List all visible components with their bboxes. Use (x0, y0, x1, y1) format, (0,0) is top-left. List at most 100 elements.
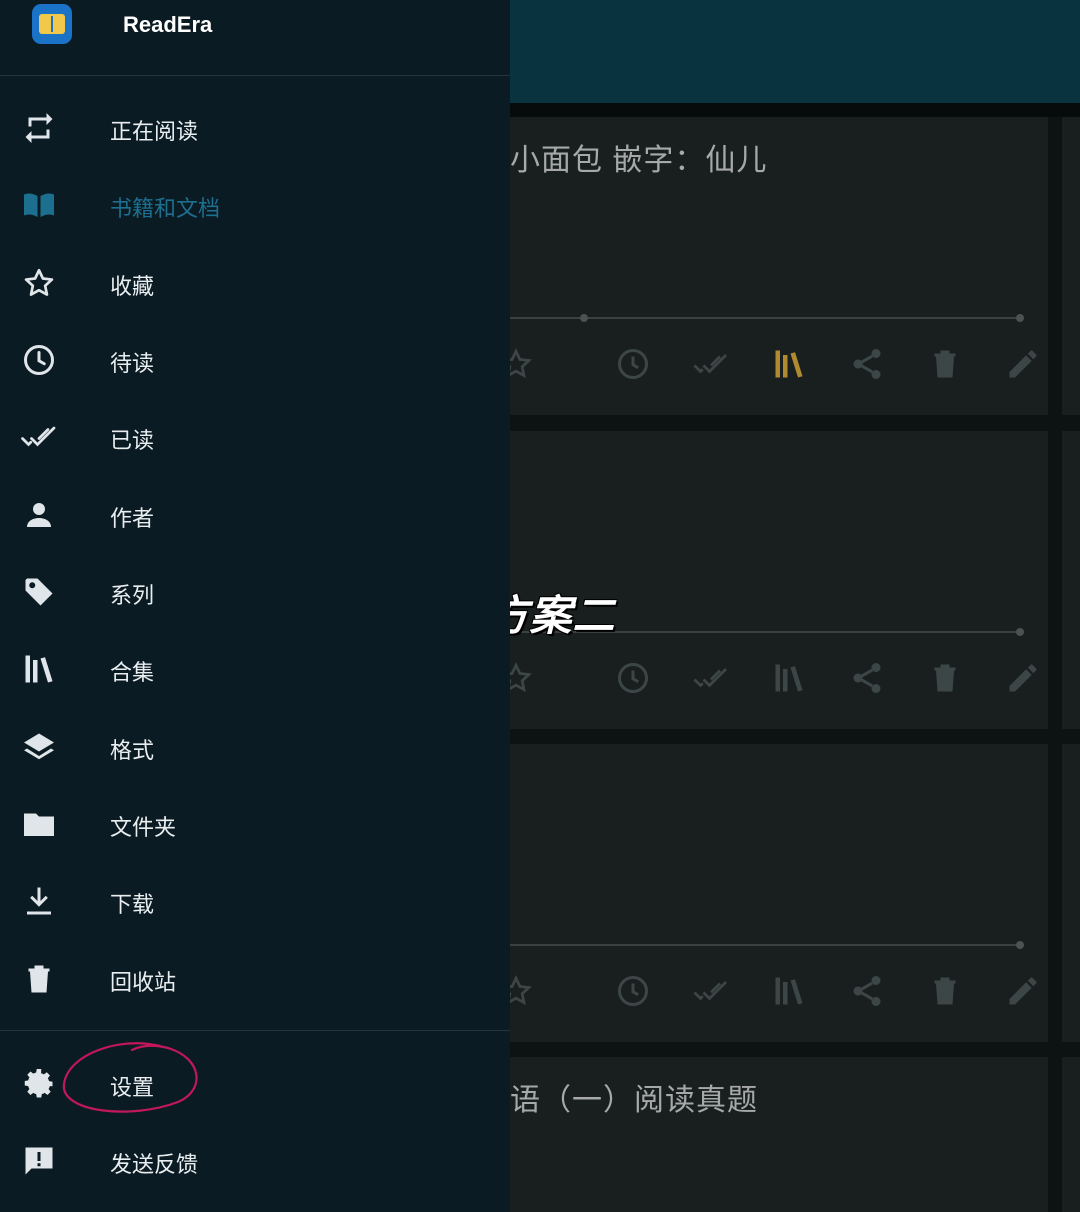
trash-icon (28, 965, 50, 993)
drawer-item[interactable]: 作者 (0, 477, 510, 553)
card-edge (1062, 117, 1080, 415)
reading-progress (510, 941, 1024, 949)
drawer-item-label: 收藏 (110, 275, 155, 300)
share-icon (853, 976, 881, 1006)
share-icon (853, 663, 881, 693)
drawer-item-label: 正在阅读 (110, 120, 199, 145)
star-outline-icon (20, 264, 58, 302)
card-edge (1062, 1057, 1080, 1212)
drawer-item-label: 文件夹 (110, 816, 177, 841)
open-book-icon (24, 193, 54, 217)
edit-icon[interactable] (1003, 971, 1043, 1011)
double-check-icon (21, 426, 56, 447)
library-icon (775, 664, 803, 692)
clock-icon (20, 341, 58, 379)
drawer-item[interactable]: 收藏 (0, 245, 510, 321)
clock-icon (618, 663, 648, 693)
gear-icon (24, 1069, 53, 1098)
navigation-drawer: ReadEra 正在阅读 书籍和文档 收藏 待读 已读 作者 系列 合集 格式 文件夹 下载 回收站 … (0, 0, 510, 1212)
clock-icon[interactable] (613, 658, 653, 698)
book-card[interactable] (458, 431, 1048, 729)
edit-icon[interactable] (1003, 344, 1043, 384)
drawer-item-label: 系列 (110, 584, 155, 609)
library-icon (25, 655, 53, 683)
double-check-icon (693, 354, 727, 374)
book-title: 语（一）阅读真题 (510, 1084, 758, 1117)
share-icon (853, 349, 881, 379)
book-title: 小面包 嵌字：仙儿 (510, 144, 768, 177)
book-card[interactable]: 语（一）阅读真题 (458, 1057, 1048, 1212)
download-icon (27, 887, 51, 915)
download-icon (20, 882, 58, 920)
drawer-item[interactable]: 下载 (0, 863, 510, 939)
drawer-item-label: 下载 (110, 893, 155, 918)
double-check-icon (20, 418, 58, 456)
drawer-item[interactable]: 系列 (0, 554, 510, 630)
trash-icon (934, 977, 956, 1005)
library-icon (20, 650, 58, 688)
double-check-icon[interactable] (691, 344, 731, 384)
app-name: ReadEra (123, 12, 213, 37)
trash-icon[interactable] (925, 344, 965, 384)
drawer-item[interactable]: 合集 (0, 631, 510, 707)
trash-icon[interactable] (925, 658, 965, 698)
drawer-item-label: 待读 (110, 352, 155, 377)
clock-icon[interactable] (613, 344, 653, 384)
folder-icon (24, 813, 54, 836)
drawer-item-label: 发送反馈 (110, 1153, 199, 1178)
drawer-item[interactable]: 已读 (0, 399, 510, 475)
card-edge (1062, 744, 1080, 1042)
edit-icon (1009, 664, 1037, 692)
library-icon[interactable] (769, 658, 809, 698)
book-actions (498, 344, 1037, 384)
trash-icon[interactable] (925, 971, 965, 1011)
trash-icon (20, 960, 58, 998)
tag-icon (25, 578, 53, 606)
book-actions (498, 971, 1037, 1011)
book-actions (498, 658, 1037, 698)
share-icon[interactable] (847, 971, 887, 1011)
drawer-item[interactable]: 格式 (0, 709, 510, 785)
drawer-divider (0, 1030, 510, 1031)
repeat-icon (25, 113, 53, 143)
library-icon[interactable] (769, 344, 809, 384)
drawer-item-label: 合集 (110, 661, 155, 686)
double-check-icon (693, 668, 727, 688)
double-check-icon[interactable] (691, 971, 731, 1011)
drawer-header: ReadEra (0, 0, 510, 76)
clock-icon[interactable] (613, 971, 653, 1011)
feedback-icon (25, 1147, 53, 1175)
edit-icon[interactable] (1003, 658, 1043, 698)
drawer-item[interactable]: 书籍和文档 (0, 167, 510, 243)
app-logo-icon (32, 4, 72, 44)
book-card[interactable] (458, 744, 1048, 1042)
clock-icon (24, 345, 54, 375)
double-check-icon[interactable] (691, 658, 731, 698)
double-check-icon (693, 981, 727, 1001)
share-icon[interactable] (847, 344, 887, 384)
clock-icon (618, 349, 648, 379)
drawer-item-label: 已读 (110, 429, 155, 454)
drawer-item-label: 回收站 (110, 971, 177, 996)
tag-icon (20, 573, 58, 611)
drawer-item-label: 书籍和文档 (110, 197, 221, 222)
drawer-item[interactable]: 正在阅读 (0, 90, 510, 166)
clock-icon (618, 976, 648, 1006)
library-icon (775, 977, 803, 1005)
library-icon[interactable] (769, 971, 809, 1011)
book-card[interactable]: 小面包 嵌字：仙儿 (458, 117, 1048, 415)
drawer-item[interactable]: 回收站 (0, 941, 510, 1017)
reading-progress (510, 314, 1024, 322)
drawer-item[interactable]: 文件夹 (0, 786, 510, 862)
folder-icon (20, 805, 58, 843)
drawer-item-label: 格式 (110, 739, 155, 764)
send-feedback-item[interactable]: 发送反馈 (0, 1123, 510, 1199)
edit-icon (1009, 350, 1037, 378)
share-icon[interactable] (847, 658, 887, 698)
gear-icon (20, 1065, 58, 1103)
drawer-item[interactable]: 待读 (0, 322, 510, 398)
star-outline-icon (24, 268, 54, 296)
edit-icon (1009, 977, 1037, 1005)
repeat-icon (20, 109, 58, 147)
person-icon (20, 496, 58, 534)
